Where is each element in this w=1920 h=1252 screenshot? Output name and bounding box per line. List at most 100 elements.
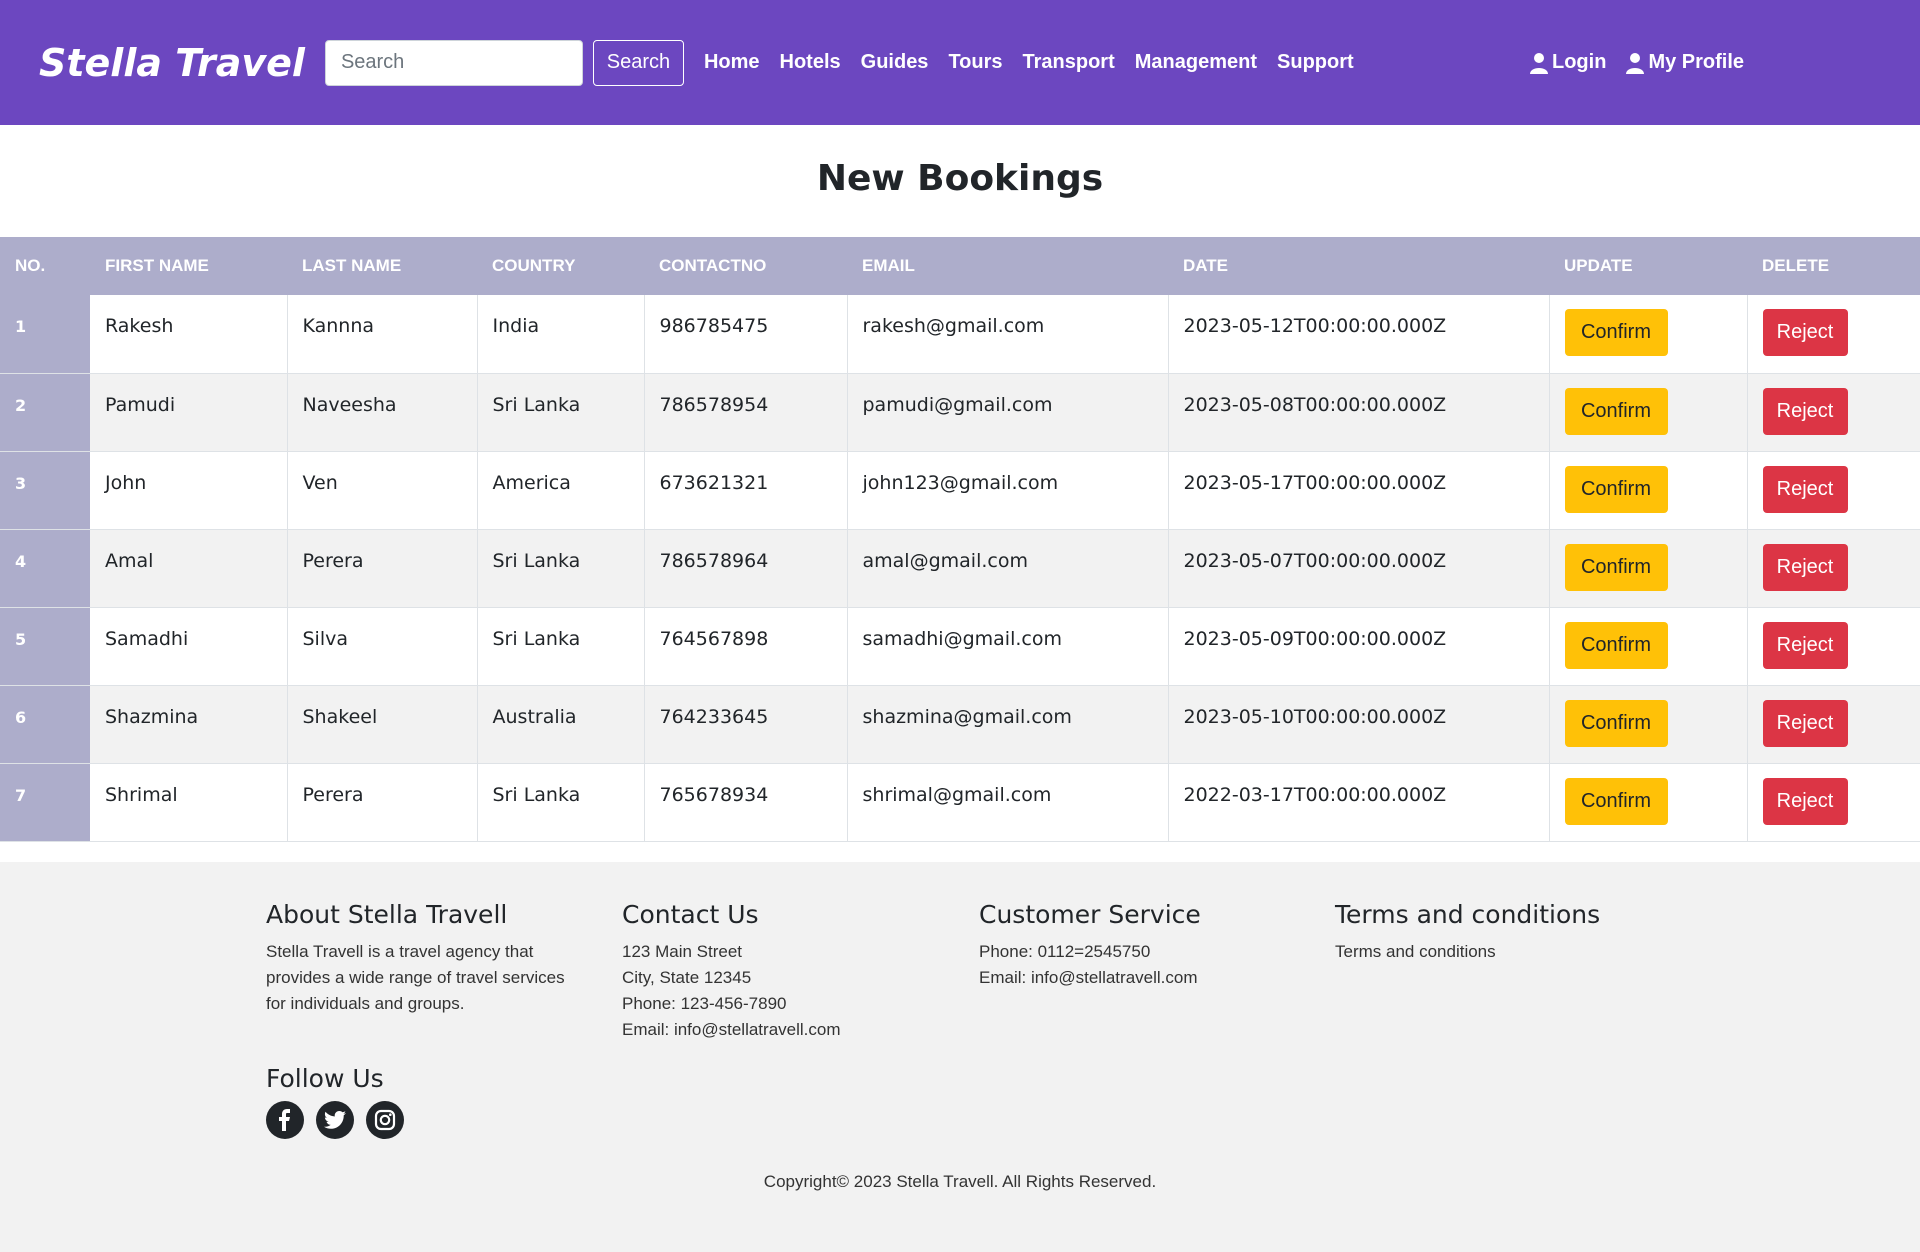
nav-link-hotels[interactable]: Hotels	[780, 51, 841, 74]
cell-last-name: Kannna	[287, 295, 478, 374]
header-no: NO.	[0, 237, 90, 295]
reject-button[interactable]: Reject	[1762, 309, 1848, 356]
confirm-button[interactable]: Confirm	[1564, 543, 1668, 591]
cell-contact-no: 764567898	[644, 607, 848, 686]
header-date: DATE	[1168, 237, 1549, 295]
reject-button[interactable]: Reject	[1762, 699, 1848, 747]
cell-email: rakesh@gmail.com	[847, 295, 1169, 374]
footer: About Stella Travell Stella Travell is a…	[0, 862, 1920, 1252]
cell-last-name: Shakeel	[287, 685, 478, 764]
nav-link-guides[interactable]: Guides	[861, 51, 929, 74]
cell-delete: Reject	[1747, 295, 1920, 374]
table-row: 2 Pamudi Naveesha Sri Lanka 786578954 pamudi@…	[0, 373, 1920, 452]
table-row: 5 Samadhi Silva Sri Lanka 764567898 samadhi@g…	[0, 607, 1920, 686]
cell-first-name: Shazmina	[90, 685, 288, 764]
cell-email: john123@gmail.com	[847, 451, 1169, 530]
cell-country: Sri Lanka	[477, 529, 645, 608]
user-icon	[1626, 52, 1645, 74]
confirm-button[interactable]: Confirm	[1564, 309, 1668, 356]
confirm-button[interactable]: Confirm	[1564, 699, 1668, 747]
cell-first-name: Shrimal	[90, 763, 288, 842]
cell-contact-no: 765678934	[644, 763, 848, 842]
header-email: EMAIL	[847, 237, 1168, 295]
footer-about: About Stella Travell Stella Travell is a…	[266, 900, 606, 1017]
cell-update: Confirm	[1549, 295, 1748, 374]
cell-last-name: Ven	[287, 451, 478, 530]
login-label: Login	[1552, 51, 1607, 73]
reject-button[interactable]: Reject	[1762, 543, 1848, 591]
nav-link-home[interactable]: Home	[704, 51, 760, 74]
footer-contact: Contact Us 123 Main Street City, State 1…	[622, 900, 962, 1043]
cell-date: 2023-05-12T00:00:00.000Z	[1168, 295, 1550, 374]
reject-button[interactable]: Reject	[1762, 777, 1848, 825]
about-title: About Stella Travell	[266, 900, 508, 929]
cell-date: 2023-05-07T00:00:00.000Z	[1168, 529, 1550, 608]
login-link[interactable]: Login	[1530, 51, 1606, 74]
cell-country: Sri Lanka	[477, 607, 645, 686]
reject-button[interactable]: Reject	[1762, 465, 1848, 513]
cell-first-name: Pamudi	[90, 373, 288, 452]
confirm-button[interactable]: Confirm	[1564, 621, 1668, 669]
nav-link-support[interactable]: Support	[1277, 51, 1354, 74]
cell-contact-no: 673621321	[644, 451, 848, 530]
cell-update: Confirm	[1549, 763, 1748, 842]
contact-address: 123 Main Street	[622, 942, 743, 961]
brand-logo[interactable]: Stella Travel	[39, 41, 305, 85]
twitter-icon[interactable]	[316, 1101, 354, 1139]
search-button[interactable]: Search	[592, 39, 684, 86]
header-first-name: FIRST NAME	[90, 237, 287, 295]
about-text: Stella Travell is a travel agency that p…	[266, 942, 565, 1013]
cell-date: 2023-05-17T00:00:00.000Z	[1168, 451, 1550, 530]
footer-follow: Follow Us	[266, 1064, 416, 1139]
copyright: Copyright© 2023 Stella Travell. All Righ…	[763, 1172, 1157, 1191]
search-input[interactable]	[324, 39, 583, 86]
header-update: UPDATE	[1549, 237, 1747, 295]
header-delete: DELETE	[1747, 237, 1920, 295]
nav-links: Home Hotels Guides Tours Transport Manag…	[704, 51, 1374, 74]
instagram-icon[interactable]	[366, 1101, 404, 1139]
cell-date: 2023-05-09T00:00:00.000Z	[1168, 607, 1550, 686]
cell-contact-no: 786578964	[644, 529, 848, 608]
cell-update: Confirm	[1549, 373, 1748, 452]
cell-country: America	[477, 451, 645, 530]
terms-link[interactable]: Terms and conditions	[1335, 939, 1675, 965]
cell-delete: Reject	[1747, 529, 1920, 608]
contact-title: Contact Us	[622, 900, 759, 929]
page-title: New Bookings	[816, 158, 1104, 199]
cell-no: 1	[0, 295, 90, 374]
cell-email: samadhi@gmail.com	[847, 607, 1169, 686]
cell-email: amal@gmail.com	[847, 529, 1169, 608]
nav-link-tours[interactable]: Tours	[948, 51, 1002, 74]
contact-email: Email: info@stellatravell.com	[622, 1020, 841, 1039]
cell-last-name: Perera	[287, 763, 478, 842]
cell-update: Confirm	[1549, 685, 1748, 764]
user-icon	[1530, 52, 1548, 74]
cell-delete: Reject	[1747, 451, 1920, 530]
header-country: COUNTRY	[477, 237, 644, 295]
footer-terms: Terms and conditions Terms and condition…	[1335, 900, 1675, 965]
cell-date: 2022-03-17T00:00:00.000Z	[1168, 763, 1550, 842]
service-title: Customer Service	[979, 900, 1201, 929]
cell-country: India	[477, 295, 645, 374]
navbar: Stella Travel Search Home Hotels Guides …	[0, 0, 1920, 125]
confirm-button[interactable]: Confirm	[1564, 465, 1668, 513]
reject-button[interactable]: Reject	[1762, 621, 1848, 669]
cell-first-name: Amal	[90, 529, 288, 608]
cell-contact-no: 986785475	[644, 295, 848, 374]
confirm-button[interactable]: Confirm	[1564, 387, 1668, 435]
follow-title: Follow Us	[266, 1064, 384, 1093]
social-icons	[266, 1101, 416, 1139]
cell-date: 2023-05-08T00:00:00.000Z	[1168, 373, 1550, 452]
nav-link-management[interactable]: Management	[1135, 51, 1257, 74]
my-profile-link[interactable]: My Profile	[1626, 51, 1744, 74]
table-row: 1 Rakesh Kannna India 986785475 rakesh@gmail.…	[0, 295, 1920, 374]
nav-link-transport[interactable]: Transport	[1023, 51, 1115, 74]
table-header-row: NO. FIRST NAME LAST NAME COUNTRY CONTACT…	[0, 237, 1920, 295]
cell-no: 4	[0, 529, 90, 608]
facebook-icon[interactable]	[266, 1101, 304, 1139]
cell-country: Sri Lanka	[477, 373, 645, 452]
cell-no: 2	[0, 373, 90, 452]
confirm-button[interactable]: Confirm	[1564, 777, 1668, 825]
reject-button[interactable]: Reject	[1762, 387, 1848, 435]
cell-first-name: John	[90, 451, 288, 530]
